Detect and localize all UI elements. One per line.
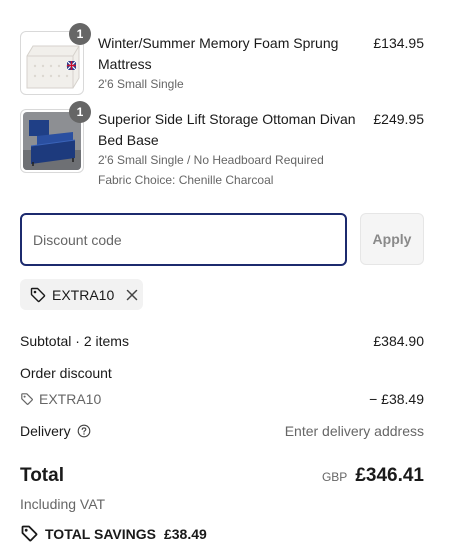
tag-icon (20, 392, 34, 406)
total-savings-row: TOTAL SAVINGS £38.49 (20, 524, 207, 543)
total-label: Total (20, 465, 64, 486)
delivery-label-row: Delivery (20, 423, 91, 439)
item-variant: 2'6 Small Single (98, 77, 184, 91)
total-row-value: GBP £346.41 (322, 465, 424, 487)
item-title: Superior Side Lift Storage Ottoman Divan… (98, 111, 356, 148)
help-circle-icon[interactable] (77, 424, 91, 438)
subtotal-value: £384.90 (373, 333, 424, 349)
apply-discount-button[interactable]: Apply (360, 213, 424, 265)
delivery-label: Delivery (20, 423, 71, 439)
tag-icon (29, 286, 47, 304)
applied-discount-code: EXTRA10 (52, 286, 115, 303)
item-thumbnail-divan: 1 (20, 101, 91, 173)
item-title: Winter/Summer Memory Foam Sprung Mattres… (98, 35, 339, 72)
savings-label: TOTAL SAVINGS (45, 525, 156, 542)
order-discount-code: EXTRA10 (20, 391, 101, 407)
order-discount-label: Order discount (20, 365, 112, 381)
item-price: £249.95 (373, 111, 424, 127)
discount-code-text: EXTRA10 (39, 391, 102, 407)
savings-value: £38.49 (163, 525, 207, 542)
quantity-badge: 1 (69, 23, 91, 45)
close-icon[interactable] (125, 288, 139, 302)
item-thumbnail-mattress: 1 (20, 23, 91, 95)
subtotal-label: Subtotal · 2 items (20, 333, 129, 349)
item-fabric-choice: Fabric Choice: Chenille Charcoal (98, 173, 274, 187)
discount-amount: − £38.49 (369, 391, 424, 407)
quantity-badge: 1 (69, 101, 91, 123)
applied-discount-chip: EXTRA10 (20, 279, 143, 310)
delivery-value: Enter delivery address (284, 423, 424, 439)
discount-code-input[interactable] (20, 213, 347, 266)
total-value: £346.41 (355, 465, 424, 486)
savings-tag-icon (20, 524, 39, 543)
vat-note: Including VAT (20, 496, 106, 512)
item-variant: 2'6 Small Single / No Headboard Required (98, 153, 324, 167)
currency-code: GBP (321, 470, 348, 484)
item-price: £134.95 (373, 35, 424, 51)
